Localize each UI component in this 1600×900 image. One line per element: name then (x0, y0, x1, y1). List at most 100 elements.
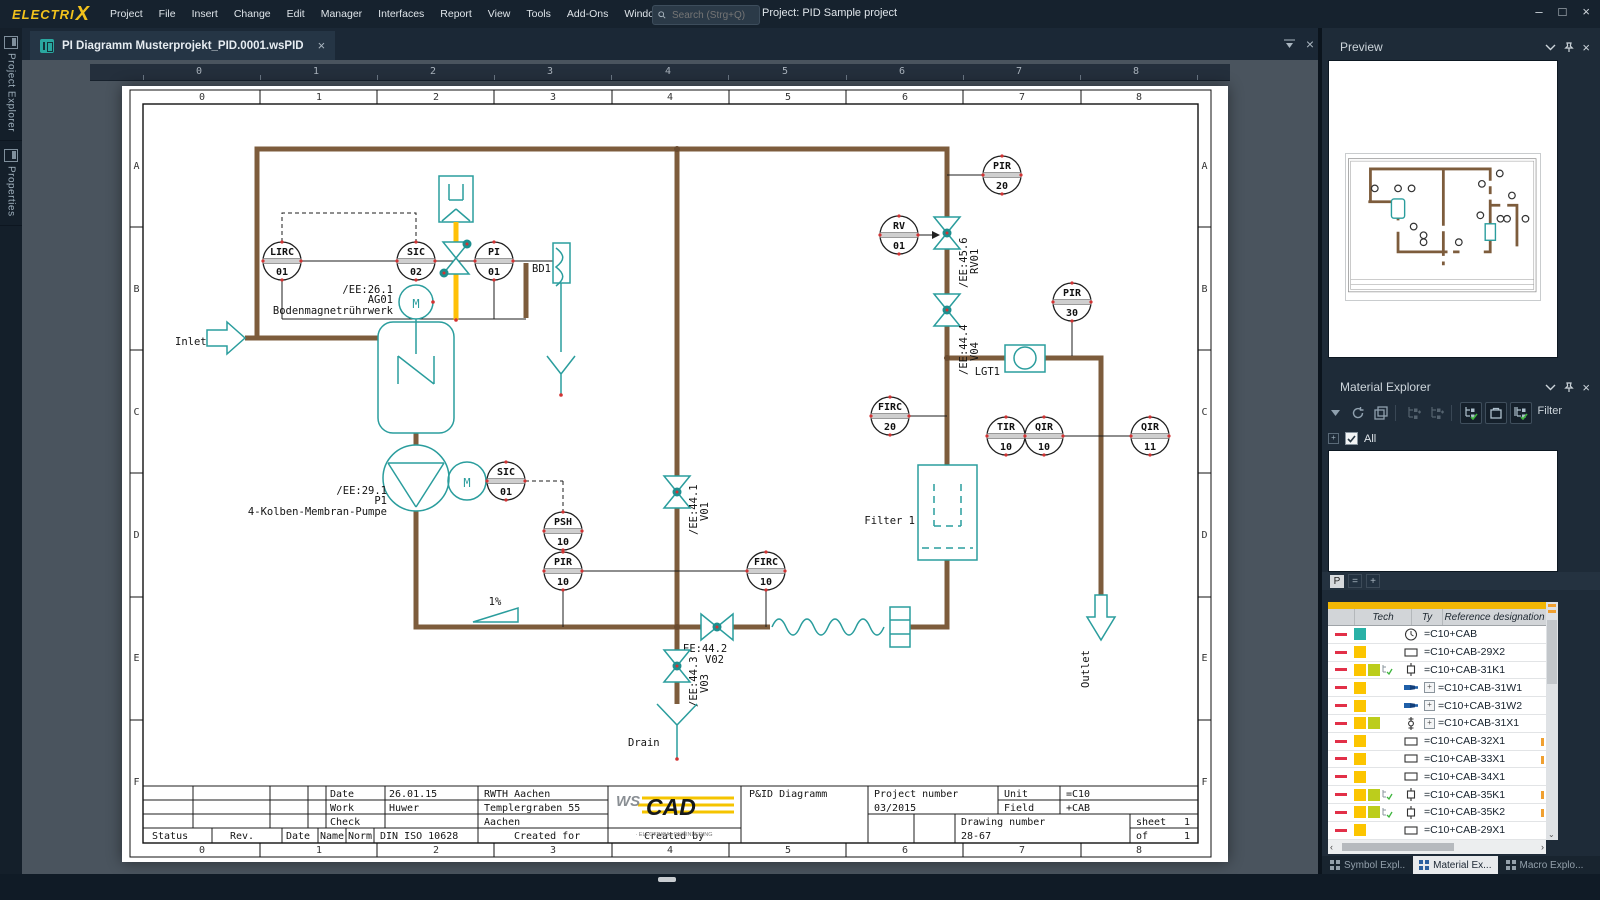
svg-text:FIRC: FIRC (878, 402, 902, 413)
left-rail: Project Explorer Properties (0, 28, 22, 874)
refresh-icon[interactable] (1348, 403, 1368, 423)
pin-icon[interactable] (1564, 382, 1574, 393)
canvas-hscroll-thumb[interactable] (658, 877, 676, 882)
cable-icon (1398, 700, 1424, 711)
p-button[interactable]: P (1330, 575, 1344, 588)
svg-text:20: 20 (996, 181, 1008, 192)
svg-text:sheet: sheet (1136, 817, 1166, 828)
svg-text:Inlet: Inlet (175, 336, 207, 348)
red-dash-icon (1335, 722, 1347, 725)
tree-check-icon[interactable] (1460, 402, 1482, 424)
tab-material-explorer[interactable]: Material Ex... (1413, 856, 1497, 874)
tab-pid-diagram[interactable]: PI Diagramm Musterprojekt_PID.0001.wsPID… (30, 31, 335, 60)
contactor-icon (1398, 663, 1424, 676)
menu-file[interactable]: File (155, 5, 180, 23)
drawing-canvas[interactable]: 0 1 2 3 4 5 6 7 8 012345678 012345678 AB… (22, 60, 1318, 874)
preview-viewport[interactable] (1328, 60, 1558, 358)
material-row[interactable]: =C10+CAB-32X1 (1328, 733, 1546, 751)
material-tree-list[interactable] (1328, 450, 1558, 572)
plus-button[interactable]: + (1366, 574, 1380, 588)
svg-text:PSH: PSH (554, 517, 572, 528)
lock-box-icon[interactable] (1485, 402, 1507, 424)
svg-text:D: D (1201, 530, 1207, 541)
material-row[interactable]: =C10+CAB (1328, 626, 1546, 644)
expand-icon[interactable]: + (1424, 718, 1435, 729)
material-row[interactable]: =C10+CAB-29X2 (1328, 644, 1546, 662)
material-row[interactable]: =C10+CAB-33X1 (1328, 751, 1546, 769)
sidebar-tab-project-explorer[interactable]: Project Explorer (0, 28, 22, 141)
close-icon[interactable]: × (1582, 4, 1590, 19)
close-icon[interactable]: × (1582, 380, 1590, 395)
svg-text:10: 10 (760, 577, 772, 588)
minimize-icon[interactable]: – (1535, 4, 1542, 19)
tree-root-row[interactable]: + All (1328, 432, 1376, 445)
maximize-icon[interactable]: □ (1559, 4, 1567, 19)
tech-chip-yellow (1354, 806, 1366, 818)
menu-view[interactable]: View (484, 5, 515, 23)
expand-icon[interactable]: + (1424, 682, 1435, 693)
search-box[interactable] (652, 5, 760, 25)
svg-text:Unit: Unit (1004, 789, 1028, 800)
svg-text:1%: 1% (489, 596, 502, 608)
title-bar: ELECTRIX Project File Insert Change Edit… (0, 0, 1600, 28)
pin-icon[interactable] (1564, 42, 1574, 53)
tab-close-icon[interactable]: × (318, 38, 326, 53)
menu-project[interactable]: Project (106, 5, 147, 23)
material-row[interactable]: =C10+CAB-29X1 (1328, 822, 1546, 840)
material-row[interactable]: =C10+CAB-35K2 (1328, 804, 1546, 822)
svg-text:0: 0 (199, 845, 205, 856)
scroll-down-icon[interactable]: ⌄ (1548, 830, 1555, 839)
pid-drawing-sheet[interactable]: 012345678 012345678 ABCDEF ABCDEF Inlet (122, 86, 1228, 862)
sidebar-tab-properties[interactable]: Properties (0, 141, 22, 226)
menu-insert[interactable]: Insert (188, 5, 222, 23)
vscroll-thumb[interactable] (1547, 620, 1557, 684)
material-row[interactable]: =C10+CAB-31K1 (1328, 662, 1546, 680)
material-row[interactable]: =C10+CAB-35K1 (1328, 786, 1546, 804)
material-row[interactable]: + =C10+CAB-31W2 (1328, 697, 1546, 715)
expand-icon[interactable]: + (1328, 433, 1339, 444)
menu-tools[interactable]: Tools (522, 5, 555, 23)
column-tech[interactable]: Tech (1354, 609, 1411, 625)
svg-text:Aachen: Aachen (484, 817, 520, 828)
chevron-down-icon[interactable] (1545, 384, 1556, 391)
menu-report[interactable]: Report (436, 5, 476, 23)
search-input[interactable] (670, 9, 754, 22)
dropdown-caret-icon[interactable] (1325, 403, 1345, 423)
filter-button[interactable]: Filter (1538, 405, 1562, 417)
tab-macro-explorer[interactable]: Macro Explo... (1500, 856, 1590, 874)
svg-text:5: 5 (785, 92, 791, 103)
material-row[interactable]: + =C10+CAB-31X1 (1328, 715, 1546, 733)
tree-add-all-icon[interactable] (1427, 403, 1447, 423)
red-dash-icon (1335, 686, 1347, 689)
menu-addons[interactable]: Add-Ons (563, 5, 612, 23)
svg-text:CAD: CAD (646, 794, 696, 820)
cable-icon (1398, 682, 1424, 693)
menu-interfaces[interactable]: Interfaces (374, 5, 428, 23)
material-row[interactable]: + =C10+CAB-31W1 (1328, 679, 1546, 697)
tab-symbol-explorer[interactable]: Symbol Expl.. (1324, 856, 1411, 874)
checkbox-checked-icon[interactable] (1345, 432, 1358, 445)
table-vscrollbar[interactable]: ⌄ (1546, 602, 1558, 840)
close-document-icon[interactable]: × (1306, 36, 1314, 52)
app-window: ELECTRIX Project File Insert Change Edit… (0, 0, 1600, 900)
close-icon[interactable]: × (1582, 40, 1590, 55)
expand-icon[interactable]: + (1424, 700, 1435, 711)
scroll-right-icon[interactable]: › (1541, 842, 1544, 852)
material-row[interactable]: =C10+CAB-34X1 (1328, 768, 1546, 786)
copy-pages-icon[interactable] (1371, 403, 1391, 423)
table-hscrollbar[interactable]: ‹ › (1328, 840, 1546, 854)
hscroll-thumb[interactable] (1342, 843, 1454, 851)
column-reference[interactable]: Reference designation (1442, 609, 1546, 625)
menu-change[interactable]: Change (230, 5, 275, 23)
pin-tabs-icon[interactable] (1283, 38, 1296, 50)
menu-edit[interactable]: Edit (283, 5, 309, 23)
chevron-down-icon[interactable] (1545, 44, 1556, 51)
column-type[interactable]: Ty (1411, 609, 1442, 625)
tree-check-all-icon[interactable] (1510, 402, 1532, 424)
menu-manager[interactable]: Manager (317, 5, 366, 23)
tree-add-icon[interactable] (1404, 403, 1424, 423)
equals-button[interactable]: = (1348, 574, 1362, 588)
svg-text:BD1: BD1 (532, 263, 551, 275)
scroll-left-icon[interactable]: ‹ (1330, 842, 1333, 852)
svg-text:0: 0 (199, 92, 205, 103)
